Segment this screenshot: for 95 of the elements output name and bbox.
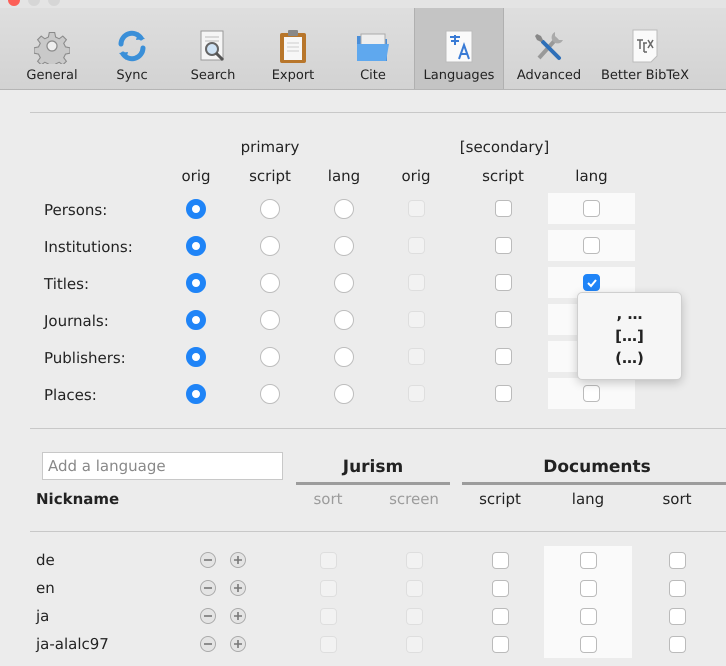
add-button[interactable] <box>230 552 246 568</box>
column-header: lang <box>574 166 609 187</box>
checkbox[interactable] <box>580 552 596 568</box>
add-button[interactable] <box>230 636 246 652</box>
radio-button[interactable] <box>186 384 206 404</box>
toolbar-tab[interactable]: Cite <box>332 8 414 89</box>
column-header: orig <box>180 166 212 187</box>
radio-button[interactable] <box>334 236 354 256</box>
column-group-header: [secondary] <box>458 137 550 158</box>
checkbox[interactable] <box>583 385 600 402</box>
minus-icon <box>204 584 212 592</box>
column-group-header: Jurism <box>296 452 450 485</box>
column-header: script <box>481 166 525 187</box>
checkbox[interactable] <box>492 636 508 652</box>
toolbar-tab[interactable]: Better BibTeX <box>594 8 696 89</box>
checkbox[interactable] <box>583 237 600 254</box>
radio-button[interactable] <box>260 310 280 330</box>
row-label: Institutions: <box>44 237 134 258</box>
radio-button[interactable] <box>260 346 280 366</box>
checkbox[interactable] <box>668 636 686 652</box>
toolbar-tab[interactable]: Search <box>172 8 254 89</box>
column-header: lang <box>570 489 606 510</box>
column-group-header: primary <box>240 137 300 158</box>
checkbox[interactable] <box>494 200 512 217</box>
column-header: Nickname <box>36 489 120 510</box>
checkbox[interactable] <box>668 608 686 624</box>
column-header: screen <box>388 489 440 510</box>
minus-icon <box>204 640 212 648</box>
language-name: ja <box>36 606 50 627</box>
plus-icon <box>234 640 242 648</box>
radio-button[interactable] <box>186 272 206 292</box>
menu-item[interactable]: , … <box>616 303 642 325</box>
row-label: Places: <box>44 385 98 406</box>
checkbox[interactable] <box>492 608 508 624</box>
column-header: sort <box>312 489 344 510</box>
remove-button[interactable] <box>200 636 216 652</box>
checkbox[interactable] <box>580 636 596 652</box>
row-label: Journals: <box>44 311 110 332</box>
checkbox[interactable] <box>494 274 512 291</box>
radio-button[interactable] <box>186 310 206 330</box>
column-header: orig <box>400 166 432 187</box>
check-icon <box>586 276 598 288</box>
plus-icon <box>234 556 242 564</box>
checkbox[interactable] <box>668 552 686 568</box>
plus-icon <box>234 584 242 592</box>
checkbox[interactable] <box>494 237 512 254</box>
toolbar-tab[interactable]: Export <box>254 8 332 89</box>
menu-item[interactable]: (…) <box>615 347 644 369</box>
radio-button[interactable] <box>260 272 280 292</box>
menu-item[interactable]: […] <box>615 325 644 347</box>
plus-icon <box>234 612 242 620</box>
checkbox[interactable] <box>580 608 596 624</box>
toolbar-tab[interactable]: Advanced <box>504 8 594 89</box>
language-name: en <box>36 578 56 599</box>
checkbox[interactable] <box>494 348 512 365</box>
column-header: script <box>478 489 522 510</box>
checkbox[interactable] <box>494 385 512 402</box>
checkbox[interactable] <box>492 580 508 596</box>
radio-button[interactable] <box>334 272 354 292</box>
radio-button[interactable] <box>186 346 206 366</box>
radio-button[interactable] <box>334 310 354 330</box>
column-header: lang <box>326 166 362 187</box>
language-name: ja-alalc97 <box>36 634 110 655</box>
remove-button[interactable] <box>200 552 216 568</box>
radio-button[interactable] <box>260 384 280 404</box>
radio-button[interactable] <box>186 236 206 256</box>
toolbar-tab[interactable]: Languages <box>414 8 504 89</box>
remove-button[interactable] <box>200 580 216 596</box>
toolbar-tab[interactable]: Sync <box>92 8 172 89</box>
add-button[interactable] <box>230 580 246 596</box>
remove-button[interactable] <box>200 608 216 624</box>
column-group-header: Documents <box>462 452 726 485</box>
add-button[interactable] <box>230 608 246 624</box>
checkbox[interactable] <box>492 552 508 568</box>
radio-button[interactable] <box>186 198 206 218</box>
radio-button[interactable] <box>334 346 354 366</box>
radio-button[interactable] <box>334 198 354 218</box>
minus-icon <box>204 612 212 620</box>
row-label: Publishers: <box>44 348 127 369</box>
radio-button[interactable] <box>334 384 354 404</box>
checkbox[interactable] <box>668 580 686 596</box>
radio-button[interactable] <box>260 198 280 218</box>
column-header: sort <box>661 489 693 510</box>
language-name: de <box>36 550 56 571</box>
radio-button[interactable] <box>260 236 280 256</box>
checkbox[interactable] <box>494 311 512 328</box>
minus-icon <box>204 556 212 564</box>
checkbox[interactable] <box>583 274 600 291</box>
column-header: script <box>248 166 292 187</box>
checkbox[interactable] <box>580 580 596 596</box>
row-label: Persons: <box>44 200 108 221</box>
search-field[interactable]: Add a language <box>42 452 283 480</box>
row-label: Titles: <box>44 274 90 295</box>
checkbox[interactable] <box>583 200 600 217</box>
toolbar-tab[interactable]: General <box>12 8 92 89</box>
